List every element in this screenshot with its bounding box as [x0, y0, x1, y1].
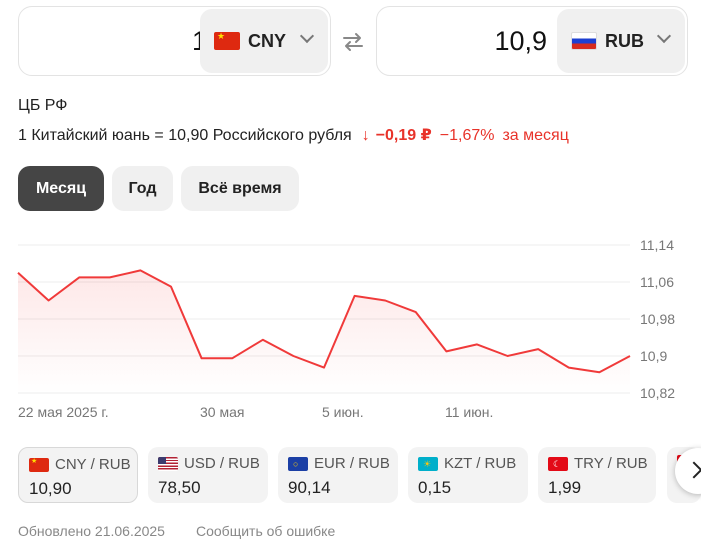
chevron-down-icon: [299, 28, 315, 44]
from-amount-box[interactable]: 1 CNY: [18, 6, 331, 76]
usa-flag-icon: [158, 456, 178, 471]
updated-text: Обновлено 21.06.2025: [18, 523, 165, 539]
from-currency-select[interactable]: CNY: [200, 9, 328, 73]
report-error-link[interactable]: Сообщить об ошибке: [196, 523, 335, 539]
pair-label: USD / RUB: [184, 455, 260, 472]
rate-text: 1 Китайский юань = 10,90 Российского руб…: [18, 127, 352, 144]
tab-month[interactable]: Месяц: [18, 166, 104, 211]
to-amount-box[interactable]: 10,9 RUB: [376, 6, 688, 76]
tab-year[interactable]: Год: [112, 166, 173, 211]
china-flag-icon: [214, 32, 240, 50]
change-percent: −1,67%: [439, 127, 495, 144]
pair-value: 0,15: [418, 478, 452, 497]
rate-source: ЦБ РФ: [18, 97, 68, 114]
arrow-down-icon: ↓: [361, 127, 370, 144]
from-currency-code: CNY: [248, 30, 287, 51]
pair-card-try-rub[interactable]: TRY / RUB 1,99: [538, 447, 656, 503]
y-tick-label: 10,9: [640, 348, 667, 364]
pair-value: 10,90: [29, 479, 72, 498]
to-currency-select[interactable]: RUB: [557, 9, 685, 73]
swap-arrows-icon[interactable]: [341, 30, 365, 54]
y-tick-label: 10,82: [640, 385, 675, 401]
russia-flag-icon: [571, 32, 597, 50]
y-tick-label: 11,14: [640, 237, 674, 253]
pair-label: KZT / RUB: [444, 455, 517, 472]
pair-label: EUR / RUB: [314, 455, 390, 472]
eu-flag-icon: [288, 456, 308, 471]
change-period: за месяц: [502, 127, 569, 144]
pair-card-kzt-rub[interactable]: KZT / RUB 0,15: [408, 447, 528, 503]
tab-all-time[interactable]: Всё время: [181, 166, 299, 211]
to-currency-code: RUB: [605, 30, 644, 51]
turkey-flag-icon: [548, 456, 568, 471]
chart-area: [18, 270, 630, 393]
chevron-down-icon: [656, 28, 672, 44]
pair-value: 90,14: [288, 478, 331, 497]
from-amount-input[interactable]: 1: [29, 7, 207, 75]
pair-value: 1,99: [548, 478, 582, 497]
rate-line: 1 Китайский юань = 10,90 Российского руб…: [18, 125, 569, 145]
pair-label: CNY / RUB: [55, 456, 131, 473]
pair-card-usd-rub[interactable]: USD / RUB 78,50: [148, 447, 268, 503]
to-amount-input[interactable]: 10,9: [387, 7, 547, 75]
change-absolute: −0,19 ₽: [375, 127, 432, 144]
pair-card-cny-rub[interactable]: CNY / RUB 10,90: [18, 447, 138, 503]
x-tick-label: 11 июн.: [445, 404, 493, 420]
y-tick-label: 10,98: [640, 311, 675, 327]
y-tick-label: 11,06: [640, 274, 674, 290]
x-tick-label: 22 мая 2025 г.: [18, 404, 109, 420]
kazakhstan-flag-icon: [418, 456, 438, 471]
pair-card-eur-rub[interactable]: EUR / RUB 90,14: [278, 447, 398, 503]
pair-value: 78,50: [158, 478, 201, 497]
chevron-right-icon: [685, 461, 701, 479]
x-tick-label: 30 мая: [200, 404, 244, 420]
china-flag-icon: [29, 457, 49, 472]
x-tick-label: 5 июн.: [322, 404, 364, 420]
pair-label: TRY / RUB: [574, 455, 648, 472]
rate-chart[interactable]: 11,14 11,06 10,98 10,9 10,82 22 мая 2025 г. 3…: [0, 230, 701, 430]
